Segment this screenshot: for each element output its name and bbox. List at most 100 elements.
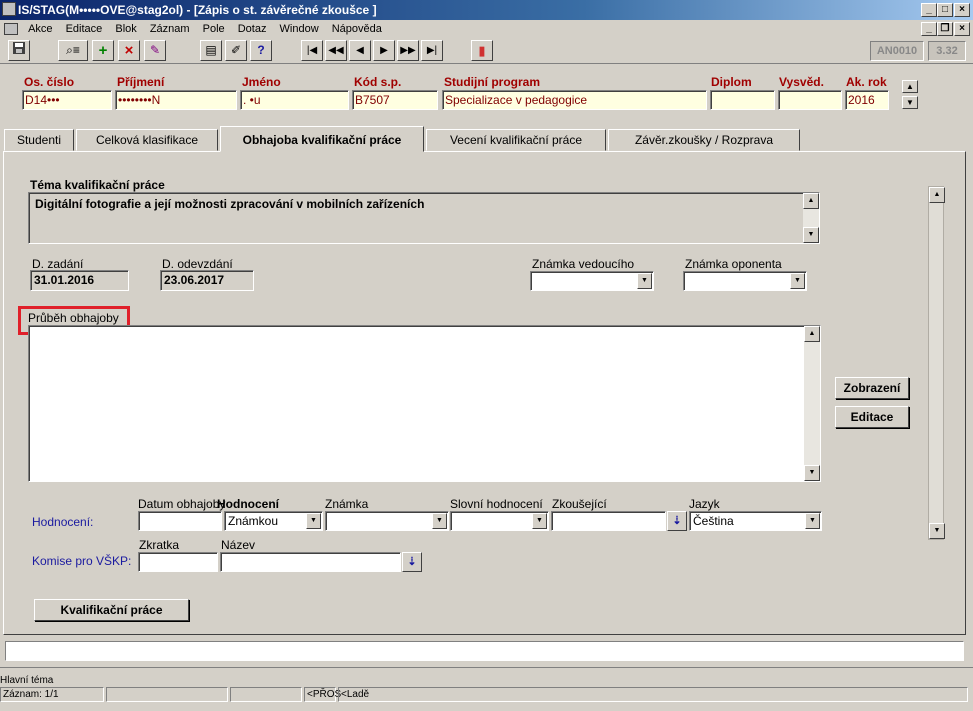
d-odevzdani-label: D. odevzdání [162,257,233,271]
maximize-button[interactable]: □ [937,3,953,17]
edit-icon[interactable]: ✐ [225,40,247,61]
scroll-up-icon[interactable]: ▲ [803,193,819,209]
query-icon[interactable]: ⌕≡ [58,40,88,61]
tab-vedeni[interactable]: Vecení kvalifikační práce [426,129,606,151]
menu-window[interactable]: Window [275,20,324,38]
studijni-program-field[interactable]: Specializace v pedagogice [442,90,707,110]
diplom-field[interactable] [710,90,775,110]
vysved-field[interactable] [778,90,842,110]
scroll-up-icon[interactable]: ▲ [804,326,820,342]
komise-label: Komise pro VŠKP: [32,554,132,568]
first-icon[interactable]: |◀ [301,40,323,61]
kod-sp-label: Kód s.p. [354,75,402,89]
jazyk-label: Jazyk [689,497,720,511]
znamka-vedouciho-label: Známka vedoucího [532,257,635,271]
tab-studenti[interactable]: Studenti [4,129,74,151]
znamka-vedouciho-select[interactable]: ▼ [530,271,654,291]
minimize-button[interactable]: _ [921,3,937,17]
prev-icon[interactable]: ◀ [349,40,371,61]
tema-scrollbar[interactable]: ▲ ▼ [803,193,819,243]
tema-label: Téma kvalifikační práce [30,178,165,192]
komise-lookup-icon[interactable]: ⇣ [402,552,422,572]
child-close-button[interactable]: × [954,22,970,36]
last-icon[interactable]: ▶| [421,40,443,61]
znamka-select[interactable]: ▼ [325,511,449,531]
toolbar: ⌕≡ + × ✎ ▤ ✐ ? |◀ ◀◀ ◀ ▶ ▶▶ ▶| ▮ AN0010 … [0,38,973,64]
chevron-down-icon[interactable]: ▼ [790,273,805,289]
zkousejici-input[interactable] [551,511,666,531]
menu-napoveda[interactable]: Nápověda [327,20,387,38]
prijmeni-label: Příjmení [117,75,165,89]
slovni-hodnoceni-label: Slovní hodnocení [450,497,543,511]
jazyk-select[interactable]: Čeština ▼ [689,511,822,531]
next-block-icon[interactable]: ▶▶ [397,40,419,61]
window-title: IS/STAG(M•••••OVE@stag2ol) - [Zápis o st… [18,3,377,17]
prijmeni-field[interactable]: ••••••••N [115,90,237,110]
nazev-input[interactable] [220,552,401,572]
chevron-down-icon[interactable]: ▼ [432,513,447,529]
d-zadani-field[interactable]: 31.01.2016 [30,270,129,291]
hodnoceni-select[interactable]: Známkou ▼ [224,511,323,531]
prubeh-scrollbar[interactable]: ▲ ▼ [804,326,820,481]
zkousejici-label: Zkoušející [552,497,607,511]
save-icon[interactable] [8,40,30,61]
delete-icon[interactable]: × [118,40,140,61]
menu-zaznam[interactable]: Záznam [145,20,195,38]
help-icon[interactable]: ? [250,40,272,61]
panel-scrollbar[interactable]: ▲ ▼ [928,186,945,540]
tab-obhajoba[interactable]: Obhajoba kvalifikační práce [220,126,424,152]
datum-obhajoby-input[interactable] [138,511,222,531]
menu-bar: Akce Editace Blok Záznam Pole Dotaz Wind… [0,20,973,38]
exit-icon[interactable]: ▮ [471,40,493,61]
child-restore-button[interactable]: ❐ [937,22,953,36]
d-odevzdani-value: 23.06.2017 [164,273,225,287]
scroll-down-icon[interactable]: ▼ [804,465,820,481]
divider [0,667,973,668]
jmeno-field[interactable]: . •u [240,90,349,110]
zobrazeni-button[interactable]: Zobrazení [835,377,909,399]
chevron-down-icon[interactable]: ▼ [637,273,652,289]
znamka-oponenta-select[interactable]: ▼ [683,271,807,291]
kvalifikacni-prace-button[interactable]: Kvalifikační práce [34,599,189,621]
jmeno-label: Jméno [242,75,281,89]
status-cell-a: <PŘOS [304,687,341,702]
menu-akce[interactable]: Akce [23,20,57,38]
diplom-label: Diplom [711,75,752,89]
hodnoceni-col-label: Hodnocení [217,497,279,511]
close-button[interactable]: × [954,3,970,17]
prubeh-textarea[interactable]: ▲ ▼ [28,325,821,482]
tab-celkova-klasifikace[interactable]: Celková klasifikace [76,129,218,151]
kod-sp-field[interactable]: B7507 [352,90,438,110]
menu-editace[interactable]: Editace [61,20,108,38]
menu-pole[interactable]: Pole [198,20,230,38]
copy-icon[interactable]: ▤ [200,40,222,61]
zkratka-input[interactable] [138,552,218,572]
clear-icon[interactable]: ✎ [144,40,166,61]
tab-zaver-zkousky[interactable]: Závěr.zkoušky / Rozprava [608,129,800,151]
slovni-hodnoceni-select[interactable]: ▼ [450,511,549,531]
chevron-down-icon[interactable]: ▼ [532,513,547,529]
doc-icon[interactable] [4,23,18,36]
editace-button[interactable]: Editace [835,406,909,428]
prev-block-icon[interactable]: ◀◀ [325,40,347,61]
status-cell [106,687,228,702]
menu-dotaz[interactable]: Dotaz [233,20,272,38]
record-up-icon[interactable]: ▲ [902,80,918,93]
ak-rok-field[interactable]: 2016 [845,90,889,110]
record-down-icon[interactable]: ▼ [902,96,918,109]
child-minimize-button[interactable]: _ [921,22,937,36]
jazyk-value: Čeština [693,514,734,528]
zkousejici-lookup-icon[interactable]: ⇣ [667,511,687,531]
insert-icon[interactable]: + [92,40,114,61]
ak-rok-label: Ak. rok [846,75,887,89]
tema-field[interactable]: Digitální fotografie a její možnosti zpr… [28,192,820,244]
chevron-down-icon[interactable]: ▼ [805,513,820,529]
chevron-down-icon[interactable]: ▼ [306,513,321,529]
scroll-down-icon[interactable]: ▼ [929,523,945,539]
d-odevzdani-field[interactable]: 23.06.2017 [160,270,254,291]
scroll-down-icon[interactable]: ▼ [803,227,819,243]
os-cislo-field[interactable]: D14••• [22,90,112,110]
next-icon[interactable]: ▶ [373,40,395,61]
scroll-up-icon[interactable]: ▲ [929,187,945,203]
menu-blok[interactable]: Blok [110,20,141,38]
